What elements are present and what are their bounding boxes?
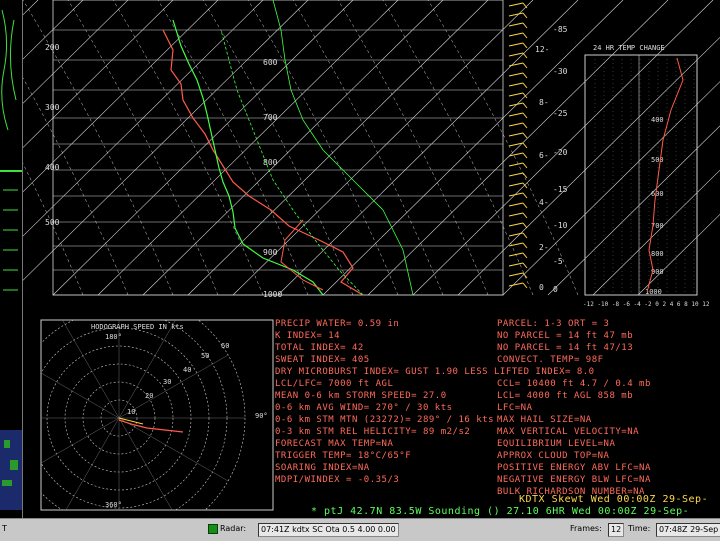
stat-parcel-2: NO PARCEL = 14 ft 47/13 — [497, 343, 634, 353]
status-bar: T Radar: 07:41Z kdtx SC Ota 0.5 4.00 0.0… — [0, 518, 720, 541]
stat-parcel: PARCEL: 1-3 ORT = 3 — [497, 319, 610, 329]
stat-sweat-index: SWEAT INDEX= 405 — [275, 355, 370, 365]
pressure-label: 300 — [45, 103, 60, 112]
hodo-ring-label: 10 — [127, 408, 135, 416]
stat-parcel-1: NO PARCEL = 14 ft 47 mb — [497, 331, 634, 341]
pressure-axis-labels: 200 300 400 500 600 700 800 900 1000 — [45, 43, 282, 299]
temp-change-panel: 24 HR TEMP CHANGE 400 500 600 700 800 90… — [583, 44, 710, 308]
frames-label: Frames: — [570, 524, 602, 533]
hodograph-title: HODOGRAPH SPEED IN kts — [91, 323, 184, 331]
temp-label: -10 — [553, 221, 568, 230]
tc-label: 400 — [651, 116, 664, 124]
left-pane-strip — [0, 0, 23, 518]
pressure-label: 800 — [263, 158, 278, 167]
pressure-label: 400 — [45, 163, 60, 172]
pressure-label: 900 — [263, 248, 278, 257]
hodo-dir-label: 90° — [255, 412, 268, 420]
time-label: Time: — [628, 524, 651, 533]
hodo-dir-label: 360° — [105, 501, 122, 509]
temp-change-title: 24 HR TEMP CHANGE — [593, 44, 665, 52]
stat-equilibrium-level: EQUILIBRIUM LEVEL=NA — [497, 439, 616, 449]
skewt-display-panel: 200 300 400 500 600 700 800 900 1000 12-… — [0, 0, 720, 518]
frames-value[interactable]: 12 — [608, 523, 625, 537]
radar-value: 07:41Z kdtx SC Ota 0.5 4.00 0.00 — [258, 523, 399, 537]
temp-label: -15 — [553, 185, 568, 194]
temp-label: -25 — [553, 109, 568, 118]
sounding-line: * ptJ 42.7N 83.5W Sounding () 27.10 6HR … — [311, 506, 690, 517]
height-label: 6- — [539, 151, 549, 160]
hodograph: HODOGRAPH SPEED IN kts 180° 90° 360° 10 … — [40, 319, 274, 511]
stat-negative-energy: NEGATIVE ENERGY BLW LFC=NA — [497, 475, 651, 485]
moist-adiabat-trace — [272, 0, 414, 296]
height-label: 12- — [535, 45, 549, 54]
pressure-label: 500 — [45, 218, 60, 227]
height-label: 0 — [539, 283, 544, 292]
hodo-ring-label: 50 — [201, 352, 209, 360]
hodograph-trace — [118, 419, 184, 433]
height-axis-labels: 12- 8- 6- 4- 2- 0 — [535, 45, 549, 292]
dewpoint-trace — [172, 19, 324, 296]
stat-lcl: LCL= 4000 ft AGL 858 mb — [497, 391, 634, 401]
pressure-label: 1000 — [263, 290, 282, 299]
pressure-label: 600 — [263, 58, 278, 67]
hodo-ring-label: 20 — [145, 392, 153, 400]
height-label: 8- — [539, 98, 549, 107]
temp-label: -5 — [553, 257, 563, 266]
hodo-ring-label: 40 — [183, 366, 191, 374]
parcel-trace — [220, 29, 364, 296]
stat-ccl: CCL= 10400 ft 4.7 / 0.4 mb — [497, 379, 651, 389]
pressure-label: 200 — [45, 43, 60, 52]
stat-storm-motion: 0-6 km STM MTN (23272)= 289° / 16 kts — [275, 415, 494, 425]
stat-mdpi-windex: MDPI/WINDEX = -0.35/3 — [275, 475, 400, 485]
stat-lfc: LFC=NA — [497, 403, 533, 413]
stat-storm-speed: MEAN 0-6 km STORM SPEED= 27.0 — [275, 391, 447, 401]
radar-label: Radar: — [220, 524, 247, 533]
tc-label: 600 — [651, 190, 664, 198]
hodo-ring-label: 30 — [163, 378, 171, 386]
tc-label: 800 — [651, 250, 664, 258]
stat-lcl-lfc: LCL/LFC= 7000 ft AGL — [275, 379, 394, 389]
hodo-ring-label: 60 — [221, 342, 229, 350]
stat-k-index: K INDEX= 14 — [275, 331, 341, 341]
stat-max-vertical-velocity: MAX VERTICAL VELOCITY=NA — [497, 427, 640, 437]
pressure-label: 700 — [263, 113, 278, 122]
tc-label: 500 — [651, 156, 664, 164]
stat-dry-microburst: DRY MICROBURST INDEX= GUST 1.90 LESS LIF… — [275, 367, 595, 377]
stat-soaring-index: SOARING INDEX=NA — [275, 463, 370, 473]
time-value: 07:48Z 29-Sep — [656, 523, 720, 537]
left-pane-graphics — [0, 0, 22, 518]
stat-convect-temp: CONVECT. TEMP= 98F — [497, 355, 604, 365]
stat-total-index: TOTAL INDEX= 42 — [275, 343, 364, 353]
hodo-dir-label: 180° — [105, 333, 122, 341]
tc-x-axis: -12 -10 -8 -6 -4 -2 0 2 4 6 8 10 12 — [583, 301, 710, 308]
stat-positive-energy: POSITIVE ENERGY ABV LFC=NA — [497, 463, 651, 473]
stat-forecast-max-temp: FORECAST MAX TEMP=NA — [275, 439, 394, 449]
temp-label: -85 — [553, 25, 568, 34]
height-label: 4- — [539, 198, 549, 207]
wind-barb-column — [508, 2, 528, 289]
height-label: 2- — [539, 243, 549, 252]
stat-helicity: 0-3 km STM REL HELICITY= 89 m2/s2 — [275, 427, 471, 437]
stat-trigger-temp: TRIGGER TEMP= 18°C/65°F — [275, 451, 412, 461]
stat-precip-water: PRECIP WATER= 0.59 in — [275, 319, 400, 329]
radar-toggle[interactable]: Radar: — [208, 523, 246, 535]
radar-indicator-icon — [208, 523, 218, 534]
temp-label: 0 — [553, 285, 558, 294]
stat-max-hail: MAX HAIL SIZE=NA — [497, 415, 592, 425]
temperature-axis-labels: -85 -30 -25 -20 -15 -10 -5 0 — [553, 25, 568, 294]
temperature-trace-upper — [280, 219, 324, 291]
temp-label: -30 — [553, 67, 568, 76]
stat-cloud-top: APPROX CLOUD TOP=NA — [497, 451, 610, 461]
skewt-title-line: KDTX Skewt Wed 00:00Z 29-Sep- — [519, 494, 709, 505]
status-left-label: T — [2, 524, 7, 533]
stat-avg-wind: 0-6 km AVG WIND= 270° / 30 kts — [275, 403, 453, 413]
temp-label: -20 — [553, 148, 568, 157]
